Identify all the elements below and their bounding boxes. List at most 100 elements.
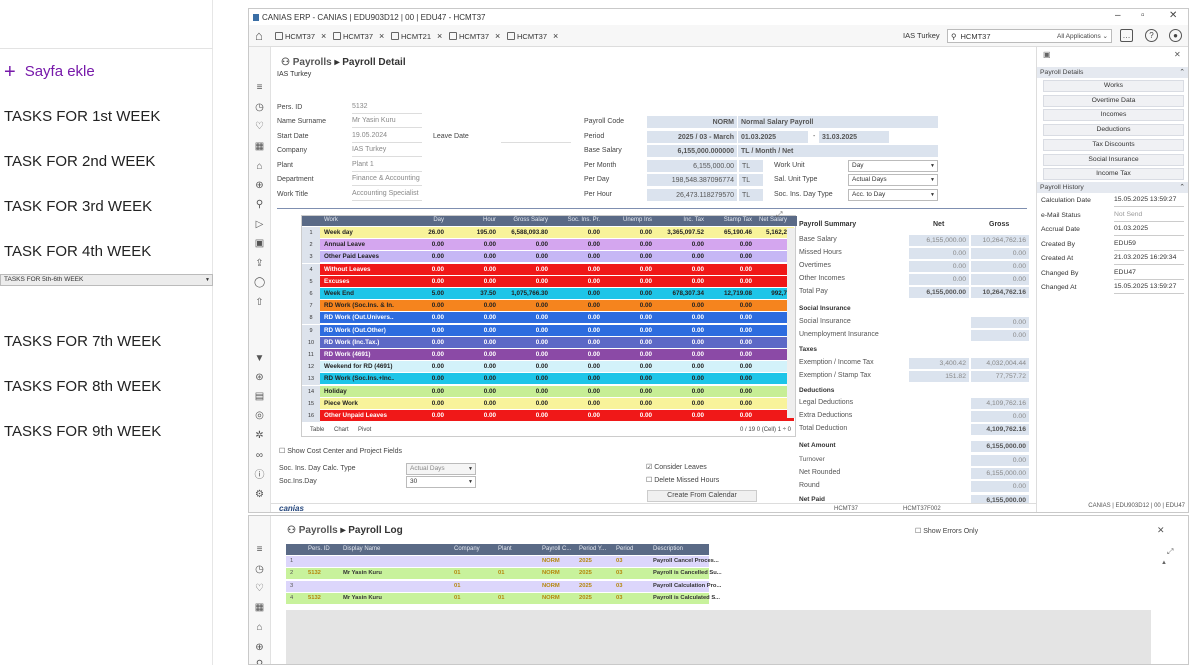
payroll-details-button[interactable]: Income Tax <box>1043 168 1184 181</box>
tab-hcmt37[interactable]: HCMT37 × <box>449 29 500 43</box>
grid-row[interactable]: 2 Annual Leave 0.00 0.00 0.00 0.00 0.00 0.00 0.0… <box>302 239 794 252</box>
soc-calc-select[interactable]: Actual Days <box>406 463 476 475</box>
grid-row[interactable]: 13 RD Work (Soc.Ins.+Inc... 0.00 0.00 0.00 0.… <box>302 373 794 386</box>
payroll-details-button[interactable]: Deductions <box>1043 124 1184 137</box>
grid-scrollbar[interactable] <box>787 228 795 418</box>
grid-column-header[interactable]: Unemp Ins <box>602 217 652 223</box>
tab-close-icon[interactable]: × <box>379 31 384 41</box>
grid-column-header[interactable]: Day <box>394 217 444 223</box>
history-value[interactable]: Not Send <box>1114 211 1184 222</box>
sidebar-item[interactable]: TASK FOR 4th WEEK <box>0 229 213 274</box>
grid-row[interactable]: 5 Excuses 0.00 0.00 0.00 0.00 0.00 0.00 0.00 <box>302 275 794 288</box>
pers-id-field[interactable]: 5132 <box>352 103 422 114</box>
info-icon[interactable]: ⓘ <box>254 470 265 481</box>
base-salary-field[interactable]: 6,155,000.000000 <box>647 145 737 157</box>
payroll-details-button[interactable]: Overtime Data <box>1043 94 1184 107</box>
filter-icon[interactable]: ▼ <box>254 353 265 364</box>
log-column-header[interactable]: Period <box>616 546 633 552</box>
payroll-details-button[interactable]: Social Insurance <box>1043 153 1184 166</box>
clock-icon[interactable]: ◷ <box>254 102 265 113</box>
log-column-header[interactable]: Payroll C... <box>542 546 571 552</box>
sidebar-item[interactable]: TASK FOR 2nd WEEK <box>0 139 213 184</box>
log-row[interactable]: 1 NORM 2025 03 Payroll Cancel Proces... <box>286 556 719 567</box>
grid-column-header[interactable]: Work <box>324 217 394 223</box>
grid-view-tab[interactable]: Pivot <box>358 427 371 433</box>
tab-hcmt21[interactable]: HCMT21 × <box>391 29 442 43</box>
chat-icon[interactable]: … <box>1120 29 1133 42</box>
add-page-button[interactable]: + Sayfa ekle <box>0 48 213 94</box>
sidebar-item[interactable]: TASKS FOR 1st WEEK <box>0 94 213 139</box>
help-icon[interactable]: ? <box>1145 29 1158 42</box>
search-icon[interactable]: ⚲ <box>254 659 265 664</box>
sidebar-item[interactable]: TASK FOR 3rd WEEK <box>0 184 213 229</box>
camera-icon[interactable]: ◎ <box>254 410 265 421</box>
user-icon[interactable]: ● <box>1169 29 1182 42</box>
payroll-details-section[interactable]: Payroll Details ⌃ <box>1037 67 1188 78</box>
menu-icon[interactable]: ≡ <box>254 82 265 93</box>
sidebar-item[interactable]: TASKS FOR 9th WEEK <box>0 409 213 454</box>
log-column-header[interactable]: Display Name <box>343 546 380 552</box>
payroll-code-field[interactable]: NORM <box>647 116 737 128</box>
panel-close-icon[interactable]: ✕ <box>1174 50 1181 59</box>
log-column-header[interactable]: Pers. ID <box>308 546 330 552</box>
tab-close-icon[interactable]: × <box>437 31 442 41</box>
minimize-icon[interactable]: – <box>1115 10 1121 21</box>
tab-hcmt37[interactable]: HCMT37 × <box>507 29 558 43</box>
grid-row[interactable]: 6 Week End 5.00 37.50 1,075,766.30 0.00 0.00 67… <box>302 288 794 300</box>
soc-ins-day-type-select[interactable]: Acc. to Day <box>848 189 938 201</box>
history-value[interactable]: 01.03.2025 <box>1114 225 1184 236</box>
log-column-header[interactable]: Company <box>454 546 480 552</box>
grid-view-tab[interactable]: Table <box>310 427 324 433</box>
gear-small-icon[interactable]: ✲ <box>254 430 265 441</box>
grid-row[interactable]: 12 Weekend for RD (4691) 0.00 0.00 0.00 0.00 0… <box>302 361 794 374</box>
close-icon[interactable]: ✕ <box>1169 10 1177 21</box>
consider-leaves-checkbox[interactable]: ☑ Consider Leaves <box>646 463 707 471</box>
heart-icon[interactable]: ♡ <box>254 121 265 132</box>
play-icon[interactable]: ▷ <box>254 219 265 230</box>
tag-icon[interactable]: ⌂ <box>254 161 265 172</box>
heart-icon[interactable]: ♡ <box>254 583 265 594</box>
show-cc-checkbox[interactable]: ☐ Show Cost Center and Project Fields <box>279 447 402 455</box>
grid-row[interactable]: 3 Other Paid Leaves 0.00 0.00 0.00 0.00 0.00 0.… <box>302 251 794 264</box>
sidebar-item[interactable]: TASKS FOR 7th WEEK <box>0 319 213 364</box>
upload-icon[interactable]: ⇪ <box>254 258 265 269</box>
log-column-header[interactable]: Description <box>653 546 683 552</box>
period-from-field[interactable]: 01.03.2025 <box>738 131 808 143</box>
period-field[interactable]: 2025 / 03 - March <box>647 131 737 143</box>
breadcrumb-module[interactable]: Payrolls <box>293 57 332 68</box>
log-column-header[interactable]: Period Y... <box>579 546 606 552</box>
grid-row[interactable]: 16 Other Unpaid Leaves 0.00 0.00 0.00 0.00 0.0… <box>302 410 794 422</box>
history-value[interactable]: 15.05.2025 13:59:27 <box>1114 196 1184 207</box>
grid-column-header[interactable]: Hour <box>446 217 496 223</box>
tab-close-icon[interactable]: × <box>321 31 326 41</box>
image-icon[interactable]: ▣ <box>254 238 265 249</box>
grid-row[interactable]: 11 RD Work (4691) 0.00 0.00 0.00 0.00 0.00 0.00… <box>302 349 794 361</box>
grid-column-header[interactable]: Gross Salary <box>498 217 548 223</box>
plant-field[interactable]: Plant 1 <box>352 161 422 172</box>
maximize-icon[interactable]: ▫ <box>1141 10 1145 21</box>
expand-icon[interactable]: ⤢ <box>776 210 782 220</box>
delete-missed-checkbox[interactable]: ☐ Delete Missed Hours <box>646 476 719 484</box>
log-breadcrumb-module[interactable]: Payrolls <box>299 525 338 536</box>
grid-row[interactable]: 1 Week day 26.00 195.00 6,588,093.80 0.00 0.00… <box>302 227 794 239</box>
log-row[interactable]: 4 5132 Mr Yasin Kuru 01 01 NORM 2025 03 Payroll … <box>286 592 720 604</box>
work-unit-select[interactable]: Day <box>848 160 938 172</box>
share-icon[interactable]: ⇧ <box>254 297 265 308</box>
log-close-icon[interactable]: ✕ <box>1157 525 1165 536</box>
tab-close-icon[interactable]: × <box>495 31 500 41</box>
grid-column-header[interactable]: Stamp Tax <box>706 217 752 223</box>
globe-icon[interactable]: ⊛ <box>254 372 265 383</box>
payroll-details-button[interactable]: Incomes <box>1043 109 1184 122</box>
refresh-icon[interactable]: ◯ <box>254 277 265 288</box>
grid-row[interactable]: 14 Holiday 0.00 0.00 0.00 0.00 0.00 0.00 0.00 <box>302 385 794 398</box>
history-value[interactable]: 15.05.2025 13:59:27 <box>1114 283 1184 294</box>
history-value[interactable]: EDU59 <box>1114 240 1184 251</box>
payroll-history-section[interactable]: Payroll History ⌃ <box>1037 182 1188 193</box>
zoom-icon[interactable]: ⊕ <box>254 642 265 653</box>
payroll-details-button[interactable]: Works <box>1043 80 1184 92</box>
log-row[interactable]: 2 5132 Mr Yasin Kuru 01 01 NORM 2025 03 Payroll … <box>286 568 722 580</box>
home-icon[interactable]: ⌂ <box>255 28 263 43</box>
sidebar-item[interactable]: TASKS FOR 5th-6th WEEK <box>0 274 213 286</box>
apps-dropdown[interactable]: All Applications ⌄ <box>1057 32 1108 40</box>
grid-column-header[interactable]: Soc. Ins. Pr. <box>550 217 600 223</box>
